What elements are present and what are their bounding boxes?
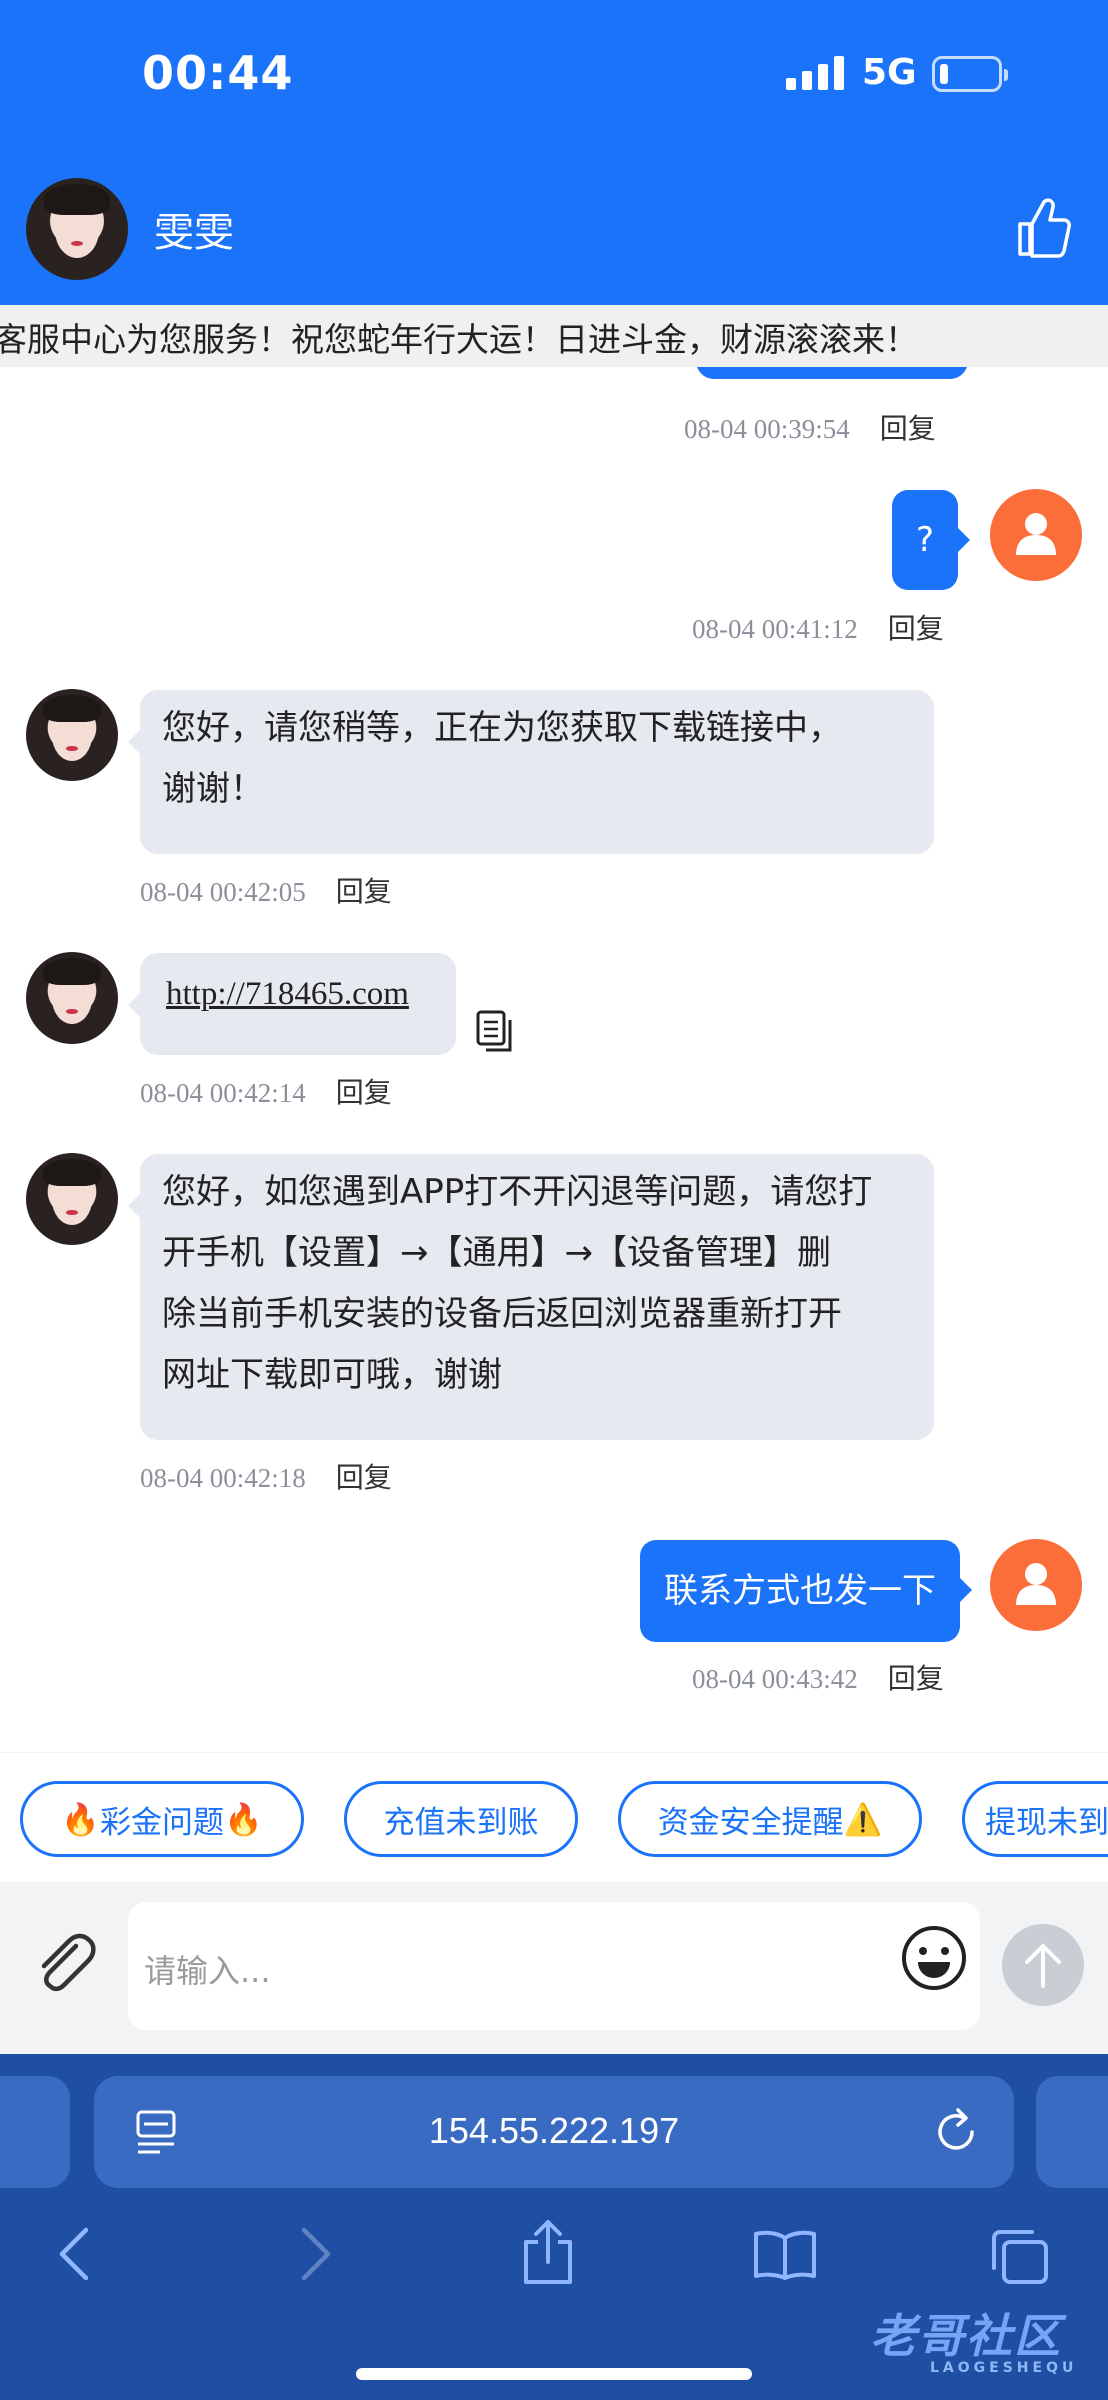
chip-label: 充值未到账 <box>383 1804 539 1841</box>
message-time: 08-04 00:42:18 <box>140 1463 306 1493</box>
quick-reply-chip[interactable]: 资金安全提醒 ⚠️ <box>618 1781 922 1857</box>
outgoing-message[interactable]: ? <box>892 490 971 590</box>
agent-avatar <box>26 689 118 781</box>
next-tab[interactable] <box>1036 2076 1108 2188</box>
previous-tab[interactable] <box>0 2076 70 2188</box>
network-type: 5G <box>862 52 917 93</box>
outgoing-message[interactable]: 联系方式也发一下 <box>640 1540 972 1642</box>
emoji-icon[interactable] <box>900 1924 968 1992</box>
thumbs-up-icon[interactable] <box>1016 196 1072 258</box>
notice-marquee: 客服中心为您服务！祝您蛇年行大运！日进斗金，财源滚滚来！ <box>0 305 1108 367</box>
url-text: 154.55.222.197 <box>428 2110 680 2151</box>
input-bar: 请输入... <box>0 1882 1108 2054</box>
battery-icon <box>932 56 1008 92</box>
reply-link[interactable]: 回复 <box>336 875 392 908</box>
message-text: ? <box>916 520 935 560</box>
agent-avatar[interactable] <box>26 178 128 280</box>
paperclip-icon[interactable] <box>32 1932 98 1998</box>
message-time: 08-04 00:43:42 <box>692 1664 858 1694</box>
message-meta: 08-04 00:42:14 回复 <box>140 1071 392 1111</box>
message-time: 08-04 00:42:14 <box>140 1078 306 1108</box>
copy-icon[interactable] <box>476 1010 514 1052</box>
watermark-subtext: LAOGESHEQU <box>930 2360 1078 2376</box>
agent-avatar <box>26 952 118 1044</box>
watermark-logo: 老哥社区 LAOGESHEQU <box>870 2300 1077 2376</box>
reply-link[interactable]: 回复 <box>880 412 936 445</box>
back-icon[interactable] <box>56 2226 92 2282</box>
tabs-icon[interactable] <box>990 2228 1050 2286</box>
message-line: 谢谢！ <box>162 769 264 809</box>
watermark-text: 老哥社区 <box>870 2309 1062 2363</box>
message-line: 网址下载即可哦，谢谢 <box>162 1355 502 1395</box>
reload-icon[interactable] <box>934 2106 978 2154</box>
message-line: 除当前手机安装的设备后返回浏览器重新打开 <box>162 1294 842 1334</box>
address-bar[interactable]: 154.55.222.197 <box>94 2076 1014 2188</box>
app-header: 00:44 5G 雯雯 <box>0 0 1108 305</box>
message-meta: 08-04 00:42:18 回复 <box>140 1456 392 1496</box>
warning-icon: ⚠️ <box>843 1801 883 1838</box>
incoming-message[interactable]: 您好，如您遇到APP打不开闪退等问题，请您打 开手机【设置】→【通用】→【设备管… <box>128 1154 934 1440</box>
message-text: 联系方式也发一下 <box>664 1571 936 1611</box>
reply-link[interactable]: 回复 <box>888 1662 944 1695</box>
share-icon[interactable] <box>520 2218 576 2286</box>
user-avatar <box>990 489 1082 581</box>
message-time: 08-04 00:41:12 <box>692 614 858 644</box>
forward-icon[interactable] <box>298 2226 334 2282</box>
reply-link[interactable]: 回复 <box>336 1461 392 1494</box>
incoming-message[interactable]: 您好，请您稍等，正在为您获取下载链接中， 谢谢！ <box>128 690 934 854</box>
user-avatar <box>990 1539 1082 1631</box>
message-line: 开手机【设置】→【通用】→【设备管理】删 <box>162 1233 831 1273</box>
message-time: 08-04 00:39:54 <box>684 414 850 444</box>
incoming-message[interactable]: http://718465.com <box>128 953 456 1055</box>
reply-link[interactable]: 回复 <box>888 612 944 645</box>
message-meta: 08-04 00:42:05 回复 <box>140 870 392 910</box>
quick-reply-chip[interactable]: 🔥 彩金问题 🔥 <box>20 1781 304 1857</box>
fire-icon: 🔥 <box>224 1801 263 1838</box>
message-bubble-partial <box>696 367 968 379</box>
marquee-text: 客服中心为您服务！祝您蛇年行大运！日进斗金，财源滚滚来！ <box>0 320 918 359</box>
signal-icon <box>786 56 844 90</box>
user-silhouette-icon <box>1016 513 1056 555</box>
status-time: 00:44 <box>142 46 294 100</box>
reply-link[interactable]: 回复 <box>336 1076 392 1109</box>
agent-name: 雯雯 <box>154 210 234 256</box>
home-indicator[interactable] <box>356 2368 752 2380</box>
message-meta: 08-04 00:43:42 回复 <box>692 1657 944 1697</box>
agent-avatar <box>26 1153 118 1245</box>
bookmarks-icon[interactable] <box>752 2228 818 2280</box>
quick-reply-chip[interactable]: 提现未到 <box>962 1781 1108 1857</box>
fire-icon: 🔥 <box>61 1801 100 1838</box>
send-button[interactable] <box>1002 1924 1084 2006</box>
chat-list[interactable]: 08-04 00:39:54 回复 ? 08-04 00:41:12 回复 您好，请… <box>0 367 1108 1752</box>
chip-label: 资金安全提醒 <box>657 1804 844 1841</box>
message-line: 您好，请您稍等，正在为您获取下载链接中， <box>162 708 842 748</box>
message-meta: 08-04 00:41:12 回复 <box>692 607 944 647</box>
send-arrow-icon <box>1025 1944 1061 1988</box>
input-placeholder: 请输入... <box>144 1952 271 1990</box>
message-meta: 08-04 00:39:54 回复 <box>684 407 936 447</box>
quick-reply-chip[interactable]: 充值未到账 <box>344 1781 578 1857</box>
user-silhouette-icon <box>1016 1563 1056 1605</box>
message-input[interactable]: 请输入... <box>128 1902 980 2030</box>
message-link[interactable]: http://718465.com <box>166 976 409 1012</box>
quick-reply-bar[interactable]: 🔥 彩金问题 🔥 充值未到账 资金安全提醒 ⚠️ 提现未到 <box>0 1752 1108 1882</box>
message-time: 08-04 00:42:05 <box>140 877 306 907</box>
message-line: 您好，如您遇到APP打不开闪退等问题，请您打 <box>162 1172 873 1212</box>
chip-label: 提现未到 <box>985 1804 1108 1841</box>
chip-label: 彩金问题 <box>100 1804 224 1841</box>
